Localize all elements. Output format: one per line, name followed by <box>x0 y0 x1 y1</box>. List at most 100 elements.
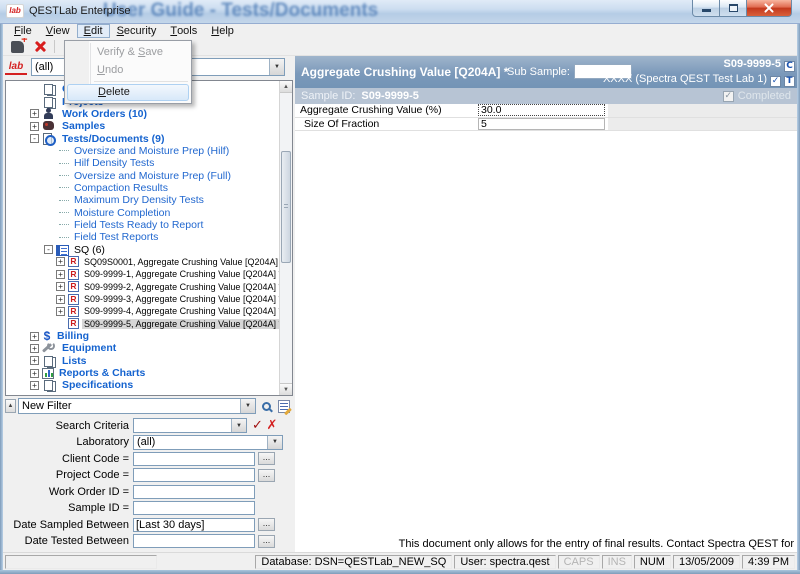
expand-toggle-icon[interactable]: + <box>56 270 65 279</box>
clear-filter-button[interactable]: ✗ <box>265 419 279 433</box>
size-of-fraction-input[interactable]: 5 <box>478 118 605 130</box>
browse-button[interactable]: ... <box>258 518 275 531</box>
tree-item[interactable]: +RS09-9999-2, Aggregate Crushing Value [… <box>6 281 279 293</box>
project-code-input[interactable] <box>133 468 255 482</box>
tree-item[interactable]: +RS09-9999-3, Aggregate Crushing Value [… <box>6 293 279 305</box>
menu-view[interactable]: View <box>39 24 77 38</box>
tree-item[interactable]: Compaction Results <box>6 182 279 194</box>
tree-item[interactable]: Moisture Completion <box>6 206 279 218</box>
tree-item[interactable]: RS09-9999-5, Aggregate Crushing Value [Q… <box>6 318 279 330</box>
search-criteria-combobox[interactable]: ▼ <box>133 418 247 433</box>
edit-filter-button[interactable] <box>276 398 292 414</box>
expand-toggle-icon[interactable]: + <box>56 257 65 266</box>
label-part: ile <box>21 25 32 37</box>
date-sampled-between-input[interactable]: [Last 30 days] <box>133 518 255 532</box>
tree-item[interactable]: +RS09-9999-4, Aggregate Crushing Value [… <box>6 305 279 317</box>
record-icon: R <box>68 256 79 267</box>
expand-toggle-icon[interactable]: + <box>56 295 65 304</box>
restore-button[interactable] <box>720 0 747 17</box>
browse-button[interactable]: ... <box>258 469 275 482</box>
scrollbar-thumb[interactable] <box>281 151 291 263</box>
tree-scrollbar[interactable]: ▲ ▼ <box>279 81 292 395</box>
completed-checkbox[interactable]: ✓ <box>723 91 734 102</box>
tree-connector <box>59 175 69 176</box>
menu-help[interactable]: Help <box>204 24 241 38</box>
tree-item[interactable]: +Equipment <box>6 342 279 354</box>
browse-button[interactable]: ... <box>258 452 275 465</box>
menu-edit[interactable]: Edit <box>77 24 110 38</box>
expand-toggle-icon[interactable]: - <box>44 245 53 254</box>
add-record-icon: + <box>11 41 24 53</box>
tree-item[interactable]: +Reports & Charts <box>6 367 279 379</box>
expand-toggle-icon[interactable]: + <box>30 381 39 390</box>
expand-toggle-icon[interactable]: + <box>56 282 65 291</box>
filter-combobox[interactable]: New Filter ▼ <box>18 398 256 414</box>
menu-separator <box>94 81 188 82</box>
tree-item[interactable]: Oversize and Moisture Prep (Full) <box>6 169 279 181</box>
label-part: Verify & <box>97 46 138 58</box>
client-code-input[interactable] <box>133 452 255 466</box>
search-form-row: Search Criteria▼✓✗ <box>5 418 293 433</box>
check-badge-icon[interactable]: ✓ <box>770 76 781 87</box>
background-document-text: User Guide - Tests/Documents <box>103 0 378 22</box>
dropdown-arrow-icon[interactable]: ▼ <box>269 59 284 75</box>
tree-item[interactable]: +Work Orders (10) <box>6 108 279 120</box>
tree-item[interactable]: -SQ (6) <box>6 243 279 255</box>
tree-item[interactable]: Field Test Reports <box>6 231 279 243</box>
tree-item[interactable]: +RSQ09S0001, Aggregate Crushing Value [Q… <box>6 256 279 268</box>
scroll-down-icon[interactable]: ▼ <box>280 383 292 395</box>
tree-item-label: S09-9999-3, Aggregate Crushing Value [Q2… <box>82 294 279 304</box>
minimize-icon <box>702 9 711 12</box>
sample-id-input[interactable] <box>133 501 255 515</box>
result-row: Size Of Fraction5 <box>295 118 797 132</box>
apply-filter-button[interactable]: ✓ <box>250 419 265 433</box>
status-ins: INS <box>602 555 632 569</box>
tree-item[interactable]: Field Tests Ready to Report <box>6 219 279 231</box>
menu-tools[interactable]: Tools <box>163 24 204 38</box>
label-part: elp <box>219 25 234 37</box>
tree-item[interactable]: +RS09-9999-1, Aggregate Crushing Value [… <box>6 268 279 280</box>
expand-toggle-icon[interactable]: + <box>30 344 39 353</box>
test-badge-icon[interactable]: T <box>784 76 795 87</box>
menu-item-undo[interactable]: Undo <box>67 61 189 79</box>
expand-toggle-icon[interactable]: + <box>30 109 39 118</box>
delete-record-button[interactable] <box>31 39 49 55</box>
tree-item[interactable]: +Specifications <box>6 379 279 391</box>
menu-item-verify-save[interactable]: Verify & Save <box>67 43 189 61</box>
copy-badge-icon[interactable]: C <box>784 61 795 72</box>
tree-item-label: Lists <box>60 355 89 367</box>
tree-item[interactable]: + Lists <box>6 355 279 367</box>
expand-toggle-icon[interactable]: + <box>30 356 39 365</box>
expand-toggle-icon[interactable]: + <box>30 369 39 378</box>
expand-toggle-icon[interactable]: - <box>30 134 39 143</box>
dropdown-arrow-icon[interactable]: ▼ <box>267 436 282 449</box>
expand-toggle-icon[interactable]: + <box>30 332 39 341</box>
laboratory-combobox[interactable]: (all)▼ <box>133 435 283 450</box>
tree-item[interactable]: -Tests/Documents (9) <box>6 132 279 144</box>
document-panel: Aggregate Crushing Value [Q204A] * Sub S… <box>295 56 797 552</box>
date-tested-between-input[interactable] <box>133 534 255 548</box>
tree-item[interactable]: +Samples <box>6 120 279 132</box>
add-record-button[interactable]: + <box>8 39 26 55</box>
menu-file[interactable]: File <box>7 24 39 38</box>
browse-button[interactable]: ... <box>258 535 275 548</box>
scroll-up-icon[interactable]: ▲ <box>280 81 292 93</box>
close-button[interactable] <box>747 0 792 17</box>
menu-security[interactable]: Security <box>110 24 164 38</box>
dropdown-arrow-icon[interactable]: ▼ <box>240 399 255 413</box>
tree-item[interactable]: +$Billing <box>6 330 279 342</box>
expand-toggle-icon[interactable]: + <box>30 122 39 131</box>
search-icon <box>262 402 271 411</box>
work-order-id-input[interactable] <box>133 485 255 499</box>
tree-item[interactable]: Hilf Density Tests <box>6 157 279 169</box>
menu-item-delete[interactable]: Delete <box>67 84 189 101</box>
minimize-button[interactable] <box>692 0 720 17</box>
title-bar[interactable]: User Guide - Tests/Documents lab QESTLab… <box>0 0 800 24</box>
aggregate-crushing-value-input[interactable]: 30.0 <box>478 104 605 116</box>
run-search-button[interactable] <box>258 398 274 414</box>
collapse-filter-button[interactable]: ▲ <box>5 399 16 413</box>
dropdown-arrow-icon[interactable]: ▼ <box>231 419 246 432</box>
expand-toggle-icon[interactable]: + <box>56 307 65 316</box>
tree-item[interactable]: Maximum Dry Density Tests <box>6 194 279 206</box>
tree-item[interactable]: Oversize and Moisture Prep (Hilf) <box>6 145 279 157</box>
